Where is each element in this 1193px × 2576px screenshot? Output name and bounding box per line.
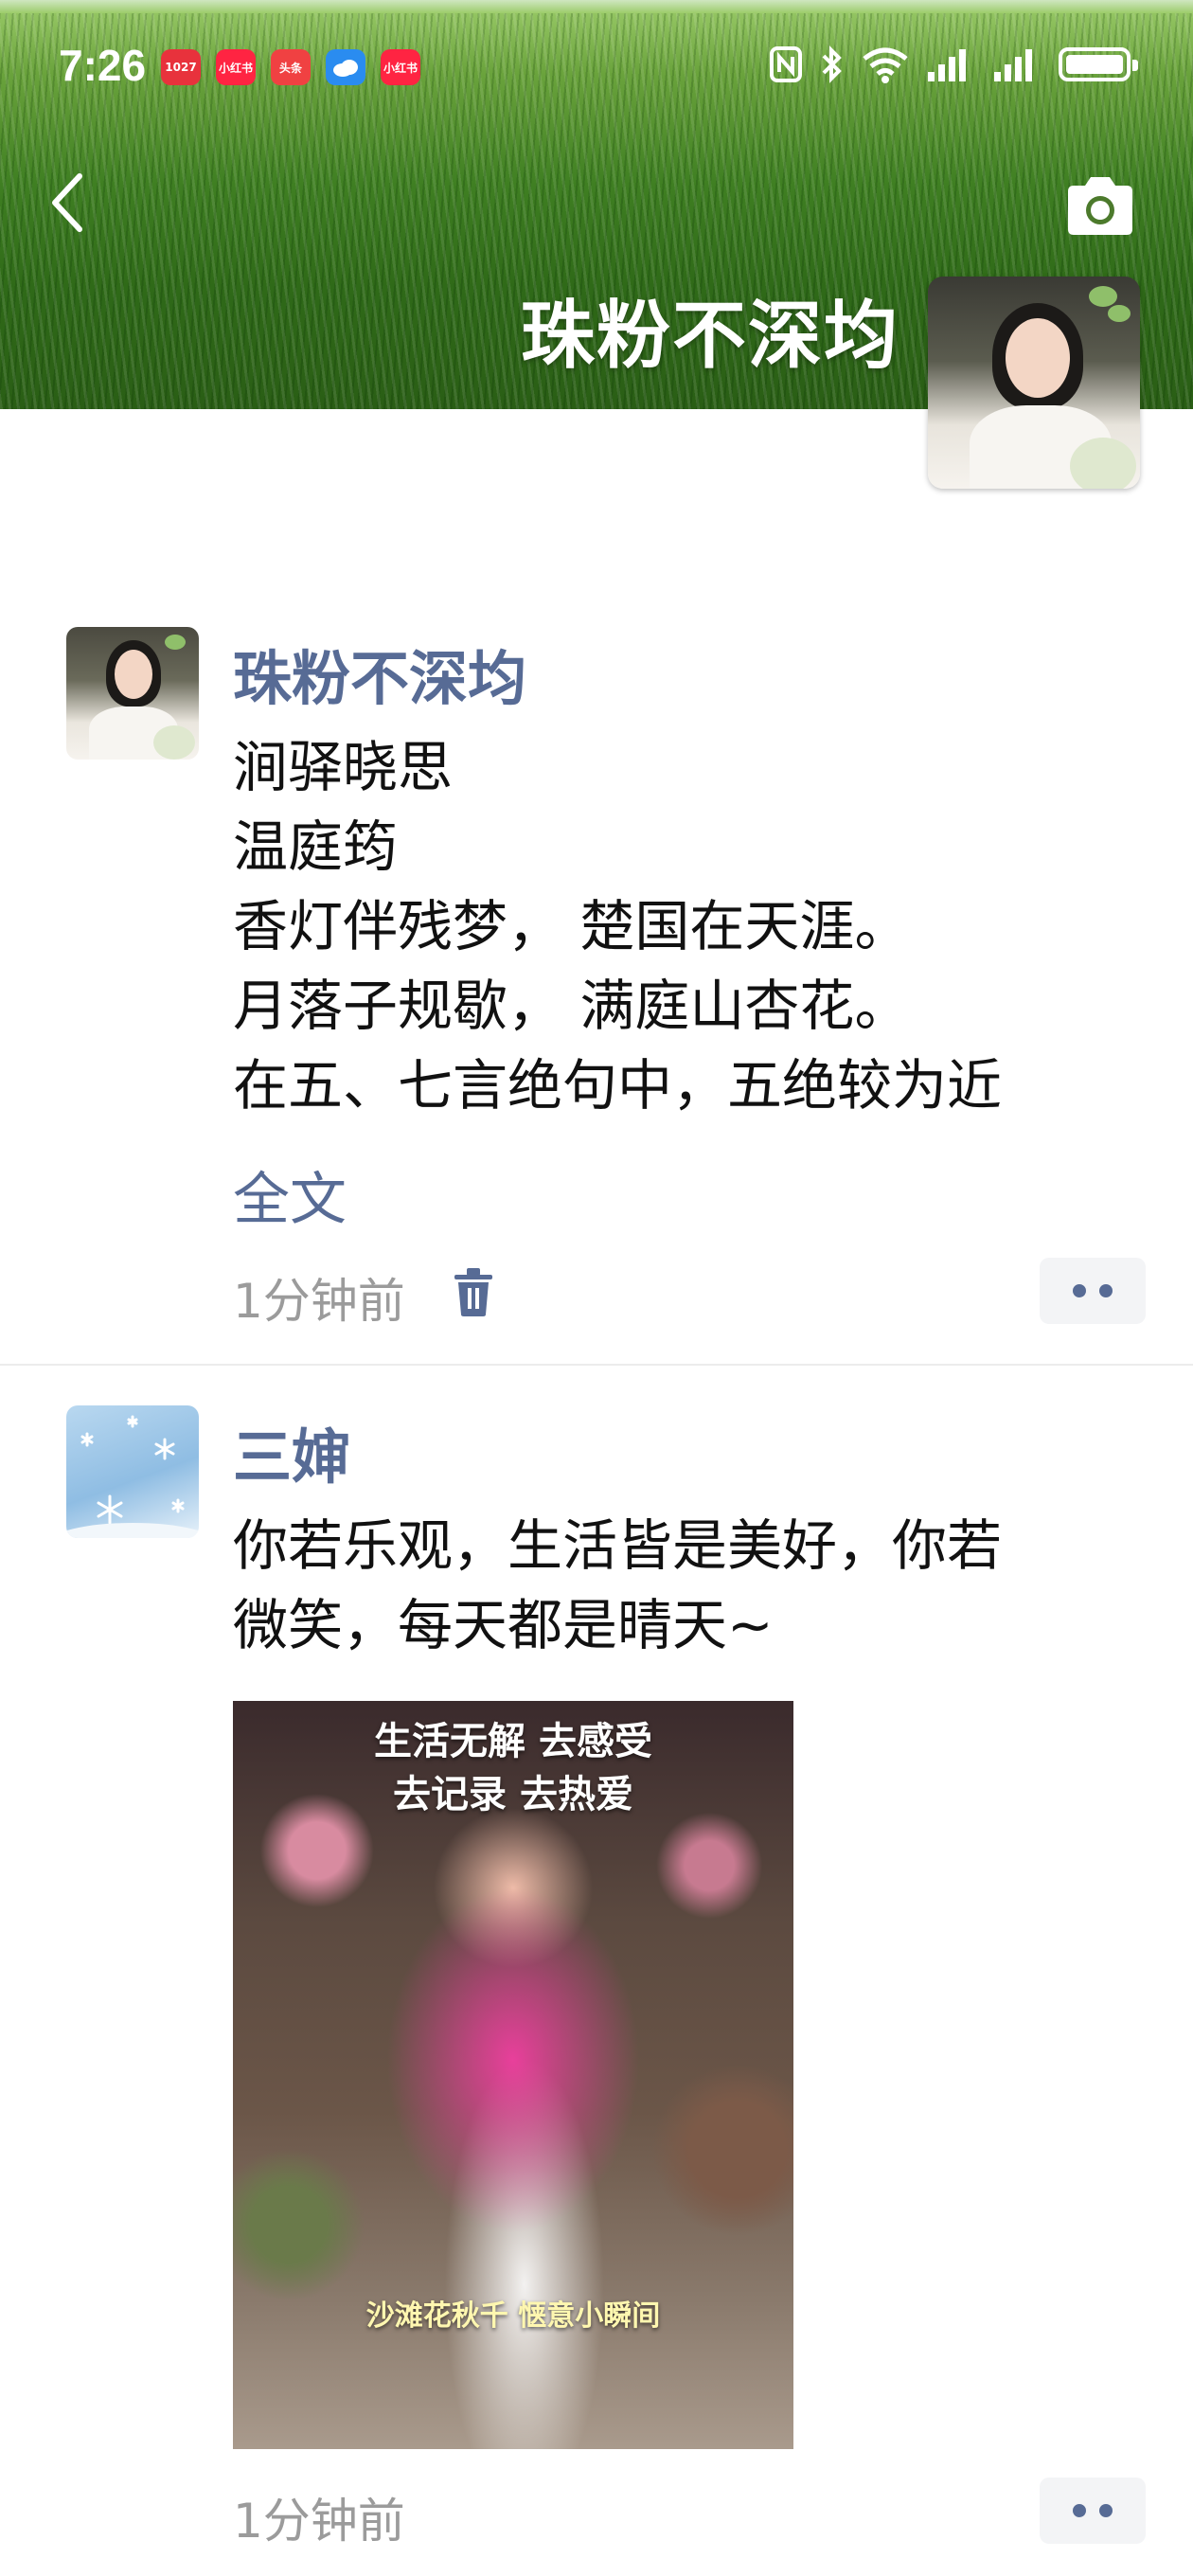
more-actions-button[interactable] xyxy=(1040,1258,1146,1324)
camera-icon xyxy=(1068,177,1132,235)
battery-icon xyxy=(1059,47,1138,81)
status-bar: 7:26 1027 小红书 头条 小红书 xyxy=(0,0,1193,133)
app-badge-icon: 头条 xyxy=(271,49,311,85)
post-author-avatar[interactable] xyxy=(66,627,199,760)
post-text-line: 在五、七言绝句中，五绝较为近 xyxy=(233,1053,1003,1118)
trash-icon xyxy=(454,1268,492,1316)
post-text-line: 微笑，每天都是晴天~ xyxy=(233,1593,774,1657)
profile-name[interactable]: 珠粉不深均 xyxy=(521,277,899,383)
profile-avatar[interactable] xyxy=(928,277,1140,489)
delete-button[interactable] xyxy=(449,1265,498,1318)
weather-app-icon xyxy=(326,49,365,85)
video-caption-bottom: 沙滩花秋千 惬意小瞬间 xyxy=(365,2299,661,2333)
nfc-icon xyxy=(769,45,803,83)
flower-decoration xyxy=(153,725,195,760)
dot-icon xyxy=(1073,2504,1086,2517)
post-text-line: 温庭筠 xyxy=(233,814,399,879)
app-badge-icon: 1027 xyxy=(161,49,201,85)
dot-icon xyxy=(1099,2504,1113,2517)
camera-button[interactable] xyxy=(1062,172,1138,239)
dot-icon xyxy=(1099,1284,1113,1297)
post-time: 1分钟前 xyxy=(233,2494,405,2549)
post-text: 涧驿晓思 温庭筠 香灯伴残梦， 楚国在天涯。 月落子规歇， 满庭山杏花。 在五、… xyxy=(233,727,1142,1125)
post-text-line: 你若乐观，生活皆是美好，你若 xyxy=(233,1513,1003,1578)
post-author-avatar[interactable] xyxy=(66,1405,199,1538)
post-time: 1分钟前 xyxy=(233,1274,405,1329)
dot-icon xyxy=(1073,1284,1086,1297)
app-badge-icon: 小红书 xyxy=(216,49,256,85)
post-text: 你若乐观，生活皆是美好，你若 微笑，每天都是晴天~ xyxy=(233,1506,1142,1665)
bluetooth-icon xyxy=(820,45,845,83)
video-thumbnail[interactable]: 生活无解 去感受 去记录 去热爱 沙滩花秋千 惬意小瞬间 xyxy=(233,1701,793,2449)
post-text-line: 月落子规歇， 满庭山杏花。 xyxy=(233,974,910,1038)
status-indicators xyxy=(769,45,1138,83)
post-author-name[interactable]: 三婶 xyxy=(233,1409,350,1494)
snowflake-icon xyxy=(66,1415,199,1538)
status-app-badges: 1027 小红书 头条 小红书 xyxy=(161,49,420,85)
post-author-name[interactable]: 珠粉不深均 xyxy=(233,631,526,716)
full-text-link[interactable]: 全文 xyxy=(233,1154,347,1236)
app-badge-icon: 小红书 xyxy=(381,49,420,85)
flower-decoration xyxy=(1070,438,1136,489)
post-text-line: 涧驿晓思 xyxy=(233,735,454,799)
signal-icon xyxy=(992,45,1042,83)
leaf-decoration xyxy=(1108,305,1131,322)
avatar-face xyxy=(115,650,152,699)
feed-divider xyxy=(0,1364,1193,1366)
video-caption-middle: 去记录 去热爱 xyxy=(393,1773,633,1816)
leaf-decoration xyxy=(165,635,186,650)
post-text-line: 香灯伴残梦， 楚国在天涯。 xyxy=(233,894,910,958)
video-caption-top: 生活无解 去感受 xyxy=(374,1720,652,1763)
signal-icon xyxy=(926,45,975,83)
status-time: 7:26 xyxy=(59,41,147,90)
wifi-icon xyxy=(862,45,909,83)
chevron-left-icon xyxy=(52,173,82,232)
leaf-decoration xyxy=(1089,286,1117,307)
more-actions-button[interactable] xyxy=(1040,2478,1146,2544)
avatar-face xyxy=(1006,318,1070,398)
back-button[interactable] xyxy=(42,169,95,237)
